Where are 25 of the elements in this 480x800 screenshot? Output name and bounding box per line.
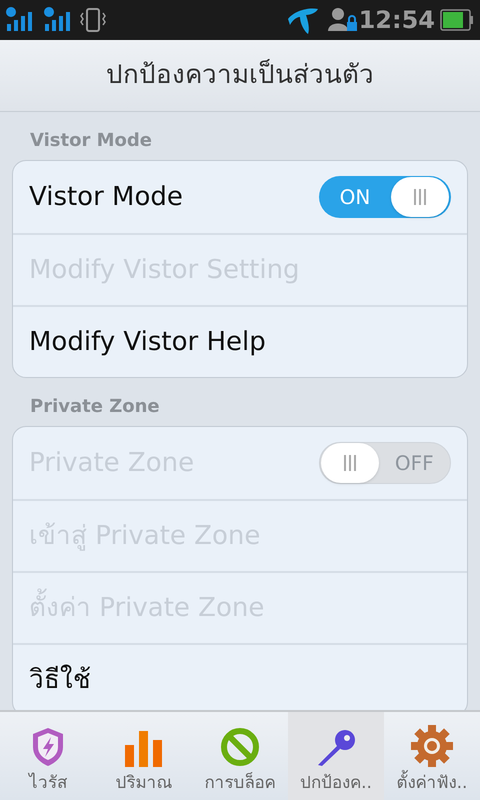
vibrate-icon: [80, 7, 106, 33]
screen-title: ปกป้องความเป็นส่วนตัว: [106, 58, 374, 92]
tab[interactable]: ไวรัส: [0, 712, 96, 800]
section-header: Vistor Mode: [30, 129, 152, 153]
bar-chart-icon: [125, 730, 163, 766]
battery-icon: [440, 9, 474, 31]
key-icon: [316, 728, 356, 766]
tab[interactable]: ปกป้องค..: [288, 712, 384, 800]
section-header: Private Zone: [30, 395, 160, 419]
setting-label[interactable]: Vistor Mode: [29, 178, 319, 216]
tab[interactable]: การบล็อค: [192, 712, 288, 800]
grip-icon: [342, 455, 357, 471]
prohibited-icon: [220, 726, 260, 766]
gear-icon: [411, 724, 453, 766]
tab[interactable]: ปริมาณ: [96, 712, 192, 800]
user-lock-icon: [328, 7, 358, 33]
toggle-switch[interactable]: ON: [319, 176, 451, 218]
shield-lightning-icon: [31, 726, 65, 766]
clock-time: 12:54: [358, 5, 435, 36]
setting-label[interactable]: วิธีใช้: [29, 660, 451, 700]
tab[interactable]: ตั้งค่าฟัง..: [384, 712, 480, 800]
toggle-state-text: OFF: [394, 450, 435, 477]
toggle-state-text: ON: [338, 184, 372, 211]
setting-label[interactable]: Modify Vistor Help: [29, 322, 451, 362]
grip-icon: [413, 189, 427, 205]
